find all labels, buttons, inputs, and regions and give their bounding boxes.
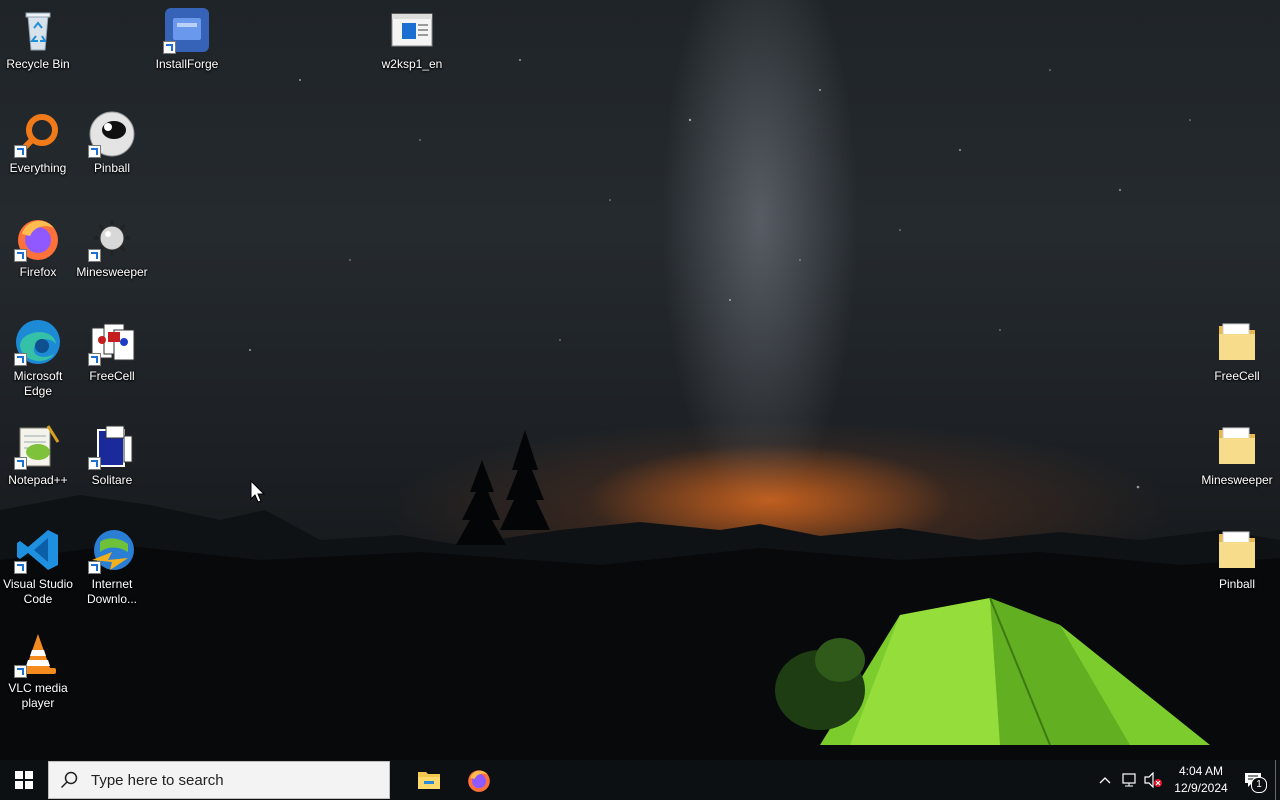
desktop-icon-label: Microsoft Edge (13, 369, 63, 398)
folder-icon (1213, 422, 1261, 470)
shortcut-arrow-icon (163, 41, 176, 54)
search-icon (49, 771, 89, 789)
system-tray: 4:04 AM 12/9/2024 1 (1093, 760, 1280, 800)
chevron-up-icon (1099, 777, 1111, 784)
solitaire-icon (88, 422, 136, 470)
wallpaper-landscape (0, 59, 1280, 760)
installer-window-icon (388, 6, 436, 54)
network-status-button[interactable] (1117, 760, 1141, 800)
shortcut-arrow-icon (14, 145, 27, 158)
desktop-icon-vscode[interactable]: Visual Studio Code (0, 520, 76, 607)
taskbar-search-box[interactable] (48, 761, 390, 799)
desktop-icon-label: Solitare (91, 473, 133, 487)
pinball-icon (88, 110, 136, 158)
show-hidden-icons-button[interactable] (1093, 760, 1117, 800)
firefox-icon (14, 214, 62, 262)
windows-logo-icon (15, 771, 33, 789)
notification-count-badge: 1 (1251, 777, 1267, 793)
desktop-icon-label: FreeCell (1214, 369, 1260, 383)
shortcut-arrow-icon (14, 457, 27, 470)
shortcut-arrow-icon (14, 249, 27, 262)
mouse-cursor-icon (250, 479, 266, 509)
desktop-icon-solitaire[interactable]: Solitare (74, 416, 150, 488)
network-icon (1122, 773, 1136, 787)
folder-icon (1213, 526, 1261, 574)
show-desktop-button[interactable] (1275, 760, 1280, 800)
volume-muted-icon (1144, 772, 1162, 788)
desktop-icon-label: Pinball (93, 161, 131, 175)
desktop-folder-pinball[interactable]: Pinball (1199, 520, 1275, 592)
freecell-icon (88, 318, 136, 366)
desktop-icon-label: w2ksp1_en (381, 57, 443, 71)
desktop-icon-label: Pinball (1218, 577, 1256, 591)
desktop-folder-minesweeper[interactable]: Minesweeper (1199, 416, 1275, 488)
taskbar-clock[interactable]: 4:04 AM 12/9/2024 (1171, 763, 1231, 797)
file-explorer-icon (418, 772, 440, 789)
desktop-icon-installforge[interactable]: InstallForge (149, 0, 225, 72)
desktop-wallpaper (0, 0, 1280, 760)
taskbar-firefox-button[interactable] (455, 760, 503, 800)
minesweeper-icon (88, 214, 136, 262)
taskbar: 4:04 AM 12/9/2024 1 (0, 760, 1280, 800)
desktop-icon-internet-download-manager[interactable]: Internet Downlo... (74, 520, 150, 607)
desktop-icon-label: Minesweeper (1201, 473, 1273, 487)
desktop-icon-label: Recycle Bin (6, 57, 70, 71)
desktop-icon-minesweeper[interactable]: Minesweeper (74, 208, 150, 280)
desktop-icon-pinball[interactable]: Pinball (74, 104, 150, 176)
installforge-icon (163, 6, 211, 54)
desktop-icon-freecell[interactable]: FreeCell (74, 312, 150, 384)
shortcut-arrow-icon (14, 353, 27, 366)
desktop-icon-label: Everything (9, 161, 67, 175)
shortcut-arrow-icon (14, 561, 27, 574)
desktop-icon-everything[interactable]: Everything (0, 104, 76, 176)
vlc-icon (14, 630, 62, 678)
desktop-icon-recycle-bin[interactable]: Recycle Bin (0, 0, 76, 72)
desktop-icon-label: FreeCell (89, 369, 135, 383)
action-center-button[interactable]: 1 (1231, 760, 1275, 800)
internet-download-manager-icon (88, 526, 136, 574)
desktop-icon-microsoft-edge[interactable]: Microsoft Edge (0, 312, 76, 399)
desktop-icon-label: Minesweeper (76, 265, 148, 279)
everything-search-icon (14, 110, 62, 158)
shortcut-arrow-icon (88, 249, 101, 262)
desktop-icon-label: Visual Studio Code (3, 577, 73, 606)
shortcut-arrow-icon (88, 457, 101, 470)
desktop-icon-label: Notepad++ (8, 473, 68, 487)
shortcut-arrow-icon (88, 561, 101, 574)
shortcut-arrow-icon (88, 145, 101, 158)
desktop-icon-label: InstallForge (155, 57, 219, 71)
firefox-icon (468, 770, 490, 792)
folder-icon (1213, 318, 1261, 366)
desktop-icon-w2ksp1[interactable]: w2ksp1_en (374, 0, 450, 72)
taskbar-file-explorer-button[interactable] (405, 760, 453, 800)
notepadpp-icon (14, 422, 62, 470)
start-button[interactable] (0, 760, 48, 800)
desktop-icon-notepadpp[interactable]: Notepad++ (0, 416, 76, 488)
desktop-icon-firefox[interactable]: Firefox (0, 208, 76, 280)
desktop-icon-vlc[interactable]: VLC media player (0, 624, 76, 711)
edge-icon (14, 318, 62, 366)
shortcut-arrow-icon (14, 665, 27, 678)
desktop-icon-label: Internet Downlo... (86, 577, 138, 606)
search-input[interactable] (89, 770, 373, 790)
desktop-icon-label: VLC media player (8, 681, 68, 710)
volume-button[interactable] (1141, 760, 1165, 800)
desktop-icon-label: Firefox (19, 265, 57, 279)
vscode-icon (14, 526, 62, 574)
desktop-folder-freecell[interactable]: FreeCell (1199, 312, 1275, 384)
recycle-bin-icon (14, 6, 62, 54)
clock-time: 4:04 AM (1178, 764, 1224, 778)
clock-date: 12/9/2024 (1174, 781, 1228, 795)
shortcut-arrow-icon (88, 353, 101, 366)
